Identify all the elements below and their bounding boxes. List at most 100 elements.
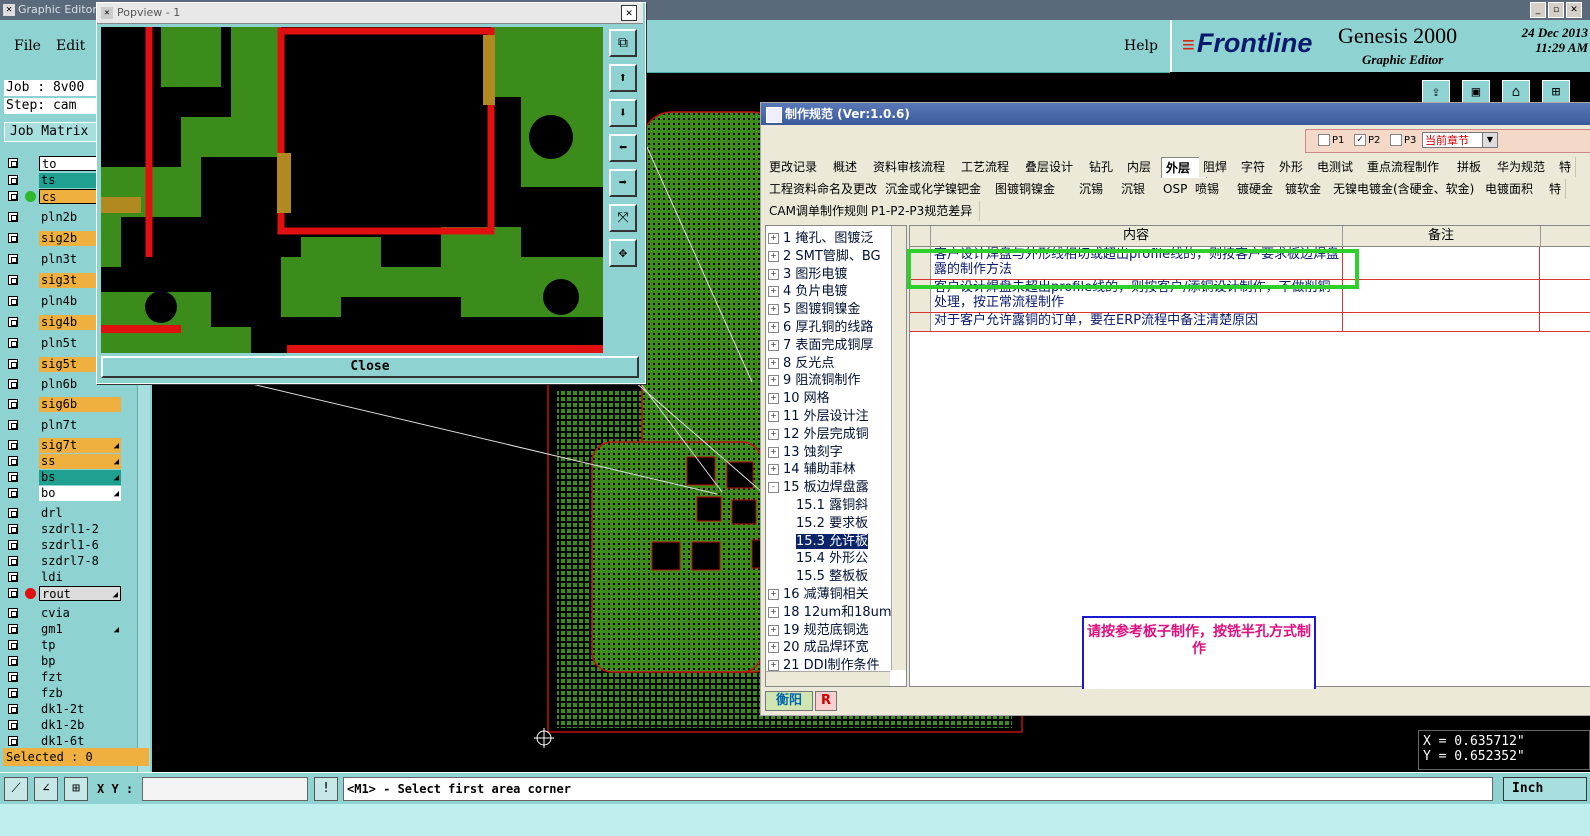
tab-row3-0[interactable]: CAM调单制作规则	[765, 201, 874, 221]
layer-checkbox[interactable]	[8, 338, 18, 348]
layer-name[interactable]: szdrl1-2	[39, 522, 121, 537]
tab-row2-11[interactable]: 特	[1545, 179, 1566, 199]
layer-checkbox[interactable]	[8, 233, 18, 243]
layer-checkbox[interactable]	[8, 524, 18, 534]
layer-checkbox[interactable]	[8, 608, 18, 618]
expand-icon[interactable]: +	[768, 464, 779, 476]
layer-checkbox[interactable]	[8, 688, 18, 698]
unit-button[interactable]: Inch	[1503, 777, 1587, 801]
tree-node[interactable]: 15.5 整板板	[796, 568, 868, 585]
tree-node[interactable]: 15.1 露铜斜	[796, 497, 868, 514]
expand-icon[interactable]: +	[768, 357, 779, 369]
layer-row-dk1-2b[interactable]: dk1-2b	[6, 718, 122, 733]
layer-checkbox[interactable]	[8, 191, 18, 201]
tree-node[interactable]: +1 掩孔、图镀泛	[768, 230, 873, 247]
layer-checkbox[interactable]	[8, 640, 18, 650]
tree-node[interactable]: +10 网格	[768, 390, 830, 407]
layer-name[interactable]: szdrl7-8	[39, 554, 121, 569]
layer-checkbox[interactable]	[8, 656, 18, 666]
expand-icon[interactable]: +	[768, 589, 779, 600]
layer-row-bs[interactable]: bs ◢	[6, 470, 122, 485]
layer-checkbox[interactable]	[8, 158, 18, 168]
tree-horizontal-scrollbar[interactable]	[766, 671, 890, 686]
layer-checkbox[interactable]	[8, 488, 18, 498]
layer-name[interactable]: cvia	[39, 606, 121, 621]
expand-icon[interactable]: +	[768, 233, 779, 244]
layer-checkbox[interactable]	[8, 572, 18, 582]
layer-row-rout[interactable]: rout ◢	[6, 586, 122, 601]
tree-node[interactable]: +14 辅助菲林	[768, 461, 856, 478]
expand-icon[interactable]: +	[768, 624, 779, 636]
tab-row1-2[interactable]: 资料审核流程	[869, 157, 964, 177]
layer-row-ldi[interactable]: ldi	[6, 570, 122, 585]
p3-checkbox[interactable]	[1390, 134, 1402, 146]
expand-icon[interactable]: +	[768, 268, 779, 280]
p1-checkbox[interactable]	[1318, 134, 1330, 146]
layer-row-dk1-2t[interactable]: dk1-2t	[6, 702, 122, 717]
tool-button-1[interactable]: ⇪	[1422, 80, 1450, 104]
layer-name[interactable]: fzt	[39, 670, 121, 685]
spec-title-bar[interactable]: 制作规范 (Ver:1.0.6)	[761, 103, 1590, 125]
tool-button-4[interactable]: ⊞	[1542, 80, 1570, 104]
tree-node[interactable]: +18 12um和18um	[768, 604, 892, 621]
tree-node[interactable]: 15.3 允许板	[796, 533, 869, 550]
layer-checkbox[interactable]	[8, 540, 18, 550]
layer-name[interactable]: gm1 ◢	[39, 622, 121, 637]
layer-checkbox[interactable]	[8, 254, 18, 264]
expand-icon[interactable]: +	[768, 250, 779, 262]
tab-row2-1[interactable]: 沉金或化学镍钯金	[881, 179, 998, 199]
tree-node[interactable]: +9 阻流铜制作	[768, 372, 860, 389]
layer-row-gm1[interactable]: gm1 ◢	[6, 622, 122, 637]
angle-button[interactable]: ∠	[34, 777, 58, 801]
layer-checkbox[interactable]	[8, 672, 18, 682]
layer-row-cvia[interactable]: cvia	[6, 606, 122, 621]
expand-icon[interactable]: +	[768, 428, 779, 440]
minimize-icon[interactable]: _	[1530, 2, 1546, 18]
layer-row-bo[interactable]: bo ◢	[6, 486, 122, 501]
layer-row-fzb[interactable]: fzb	[6, 686, 122, 701]
layer-checkbox[interactable]	[8, 275, 18, 285]
layer-checkbox[interactable]	[8, 175, 18, 185]
table-row[interactable]: 对于客户允许露铜的订单，要在ERP流程中备注清楚原因	[910, 313, 1590, 332]
layer-name[interactable]: dk1-2b	[39, 718, 121, 733]
menu-file[interactable]: File	[14, 38, 41, 54]
layer-name[interactable]: ldi	[39, 570, 121, 585]
layer-name[interactable]: sig7t ◢	[39, 438, 121, 453]
popview-left-button[interactable]: ⬅	[609, 134, 637, 162]
expand-icon[interactable]: +	[768, 286, 779, 298]
expand-icon[interactable]: +	[768, 322, 779, 333]
tree-node[interactable]: +3 图形电镀	[768, 266, 847, 283]
layer-checkbox[interactable]	[8, 472, 18, 482]
layer-name[interactable]: bo ◢	[39, 486, 121, 501]
tab-row2-7[interactable]: 镀硬金	[1233, 179, 1288, 199]
layer-checkbox[interactable]	[8, 556, 18, 566]
tree-node[interactable]: +11 外层设计注	[768, 408, 869, 425]
popview-title-bar[interactable]: ✕ Popview - 1 ✕	[97, 3, 643, 24]
tab-row3-1[interactable]: P1-P2-P3规范差异	[867, 201, 980, 221]
layer-name[interactable]: fzb	[39, 686, 121, 701]
popview-up-button[interactable]: ⬆	[609, 64, 637, 92]
tree-node[interactable]: +12 外层完成铜	[768, 426, 869, 443]
popview-zoom-in-button[interactable]: ✥	[609, 239, 637, 267]
layer-row-drl[interactable]: drl	[6, 506, 122, 521]
layer-checkbox[interactable]	[8, 379, 18, 389]
layer-name[interactable]: drl	[39, 506, 121, 521]
layer-name[interactable]: bp	[39, 654, 121, 669]
layer-row-bp[interactable]: bp	[6, 654, 122, 669]
layer-checkbox[interactable]	[8, 359, 18, 369]
tree-node[interactable]: +5 图镀铜镍金	[768, 301, 860, 318]
layer-row-tp[interactable]: tp	[6, 638, 122, 653]
tree-node[interactable]: +4 负片电镀	[768, 283, 847, 300]
grid-button[interactable]: ⊞	[64, 777, 88, 801]
tool-button-2[interactable]: ▣	[1462, 80, 1490, 104]
tab-row2-8[interactable]: 镀软金	[1281, 179, 1336, 199]
popview-down-button[interactable]: ⬇	[609, 99, 637, 127]
layer-row-szdrl1-2[interactable]: szdrl1-2	[6, 522, 122, 537]
layer-name[interactable]: ss ◢	[39, 454, 121, 469]
layer-name[interactable]: dk1-6t	[39, 734, 121, 749]
close-icon[interactable]: ✕	[1566, 2, 1582, 18]
tree-node[interactable]: 15.4 外形公	[796, 550, 868, 567]
tab-row1-11[interactable]: 电测试	[1313, 157, 1370, 177]
layer-checkbox[interactable]	[8, 456, 18, 466]
site-tab[interactable]: 衡阳	[765, 691, 813, 711]
